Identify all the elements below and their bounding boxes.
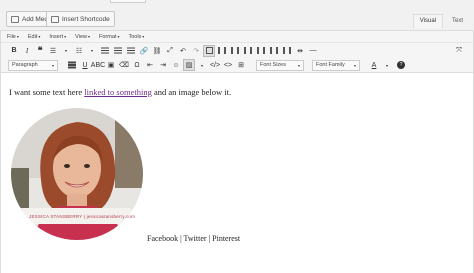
- intro-paragraph: I want some text here linked to somethin…: [9, 87, 232, 97]
- image-dropdown-icon[interactable]: ▾: [196, 59, 208, 71]
- strikethrough-icon[interactable]: ABC: [91, 59, 105, 71]
- column-four-icon[interactable]: [255, 45, 267, 57]
- toolbar-row-2: Paragraph ▾ U ABC ▣ ⌫ Ω ⇤ ⇥ ☺ ▨ ▾ </> <> …: [1, 58, 473, 73]
- menu-insert[interactable]: Insert▾: [49, 34, 66, 40]
- editor-tabs: Visual Text: [412, 14, 470, 28]
- fullscreen-icon[interactable]: ⤢: [164, 45, 176, 57]
- font-sizes-select[interactable]: Font Sizes ▾: [256, 59, 304, 71]
- portrait-illustration: [11, 108, 143, 240]
- numbered-list-icon[interactable]: ☷: [73, 45, 85, 57]
- blockquote-icon[interactable]: ❝: [34, 45, 46, 57]
- italic-icon[interactable]: I: [21, 45, 33, 57]
- columns-block-icon[interactable]: [203, 44, 215, 57]
- inline-link[interactable]: linked to something: [84, 87, 152, 97]
- link-icon[interactable]: 🔗: [138, 45, 150, 57]
- source-code-icon[interactable]: <>: [222, 59, 234, 71]
- toolbar-row-1: B I ❝ ☰ ▾ ☷ ▾ 🔗 ⛓ ⤢ ↶ ↷ ⇹ — ⤧: [1, 43, 473, 58]
- special-character-icon[interactable]: Ω: [131, 59, 143, 71]
- column-two-icon[interactable]: [229, 45, 241, 57]
- menu-format[interactable]: Format▾: [99, 34, 119, 40]
- insert-shortcode-button[interactable]: Insert Shortcode: [46, 11, 115, 27]
- tab-visual[interactable]: Visual: [412, 14, 443, 28]
- image-caption: JESSICA STANSBERRY | jessicastansberry.c…: [29, 214, 136, 219]
- media-buttons-bar: Add Media Insert Shortcode Visual Text: [0, 0, 474, 30]
- menu-tools[interactable]: Tools▾: [128, 34, 144, 40]
- unlink-icon[interactable]: ⛓: [151, 45, 163, 57]
- text-color-dropdown-icon[interactable]: ▾: [381, 59, 393, 71]
- read-more-icon[interactable]: ⇹: [294, 45, 306, 57]
- column-six-icon[interactable]: [281, 45, 293, 57]
- justify-icon[interactable]: [66, 59, 78, 71]
- portrait-image[interactable]: [11, 108, 143, 240]
- bullet-list-icon[interactable]: ☰: [47, 45, 59, 57]
- column-one-icon[interactable]: [216, 45, 228, 57]
- menu-view[interactable]: View▾: [75, 34, 90, 40]
- align-left-icon[interactable]: [99, 45, 111, 57]
- font-family-select[interactable]: Font Family ▾: [312, 59, 360, 71]
- bold-icon[interactable]: B: [8, 45, 20, 57]
- column-five-icon[interactable]: [268, 45, 280, 57]
- bullet-list-dropdown-icon[interactable]: ▾: [60, 45, 72, 57]
- menu-bar: File▾ Edit▾ Insert▾ View▾ Format▾ Tools▾: [1, 31, 473, 43]
- underline-icon[interactable]: U: [79, 59, 91, 71]
- numbered-list-dropdown-icon[interactable]: ▾: [86, 45, 98, 57]
- format-select[interactable]: Paragraph ▾: [8, 59, 58, 71]
- tab-fragment: [110, 0, 146, 3]
- social-links: Facebook | Twitter | Pinterest: [147, 234, 241, 243]
- distraction-free-icon[interactable]: ⤧: [453, 45, 465, 57]
- align-right-icon[interactable]: [125, 45, 137, 57]
- menu-edit[interactable]: Edit▾: [28, 34, 41, 40]
- table-icon[interactable]: ⊞: [235, 59, 247, 71]
- redo-icon[interactable]: ↷: [190, 45, 202, 57]
- editor-content[interactable]: I want some text here linked to somethin…: [1, 73, 473, 273]
- column-three-icon[interactable]: [242, 45, 254, 57]
- editor: File▾ Edit▾ Insert▾ View▾ Format▾ Tools▾…: [0, 30, 474, 273]
- tab-text[interactable]: Text: [445, 14, 470, 28]
- clear-formatting-icon[interactable]: ⌫: [118, 59, 130, 71]
- indent-icon[interactable]: ⇥: [157, 59, 169, 71]
- code-icon[interactable]: </>: [209, 59, 221, 71]
- menu-file[interactable]: File▾: [7, 34, 19, 40]
- align-center-icon[interactable]: [112, 45, 124, 57]
- emoticon-icon[interactable]: ☺: [170, 59, 182, 71]
- horizontal-line-icon[interactable]: —: [307, 45, 319, 57]
- text-color-icon[interactable]: A: [368, 59, 380, 71]
- undo-icon[interactable]: ↶: [177, 45, 189, 57]
- media-icon: [11, 15, 19, 23]
- outdent-icon[interactable]: ⇤: [144, 59, 156, 71]
- paste-text-icon[interactable]: ▣: [105, 59, 117, 71]
- help-icon[interactable]: ?: [397, 61, 405, 69]
- shortcode-icon: [51, 15, 59, 23]
- image-icon[interactable]: ▨: [183, 59, 195, 71]
